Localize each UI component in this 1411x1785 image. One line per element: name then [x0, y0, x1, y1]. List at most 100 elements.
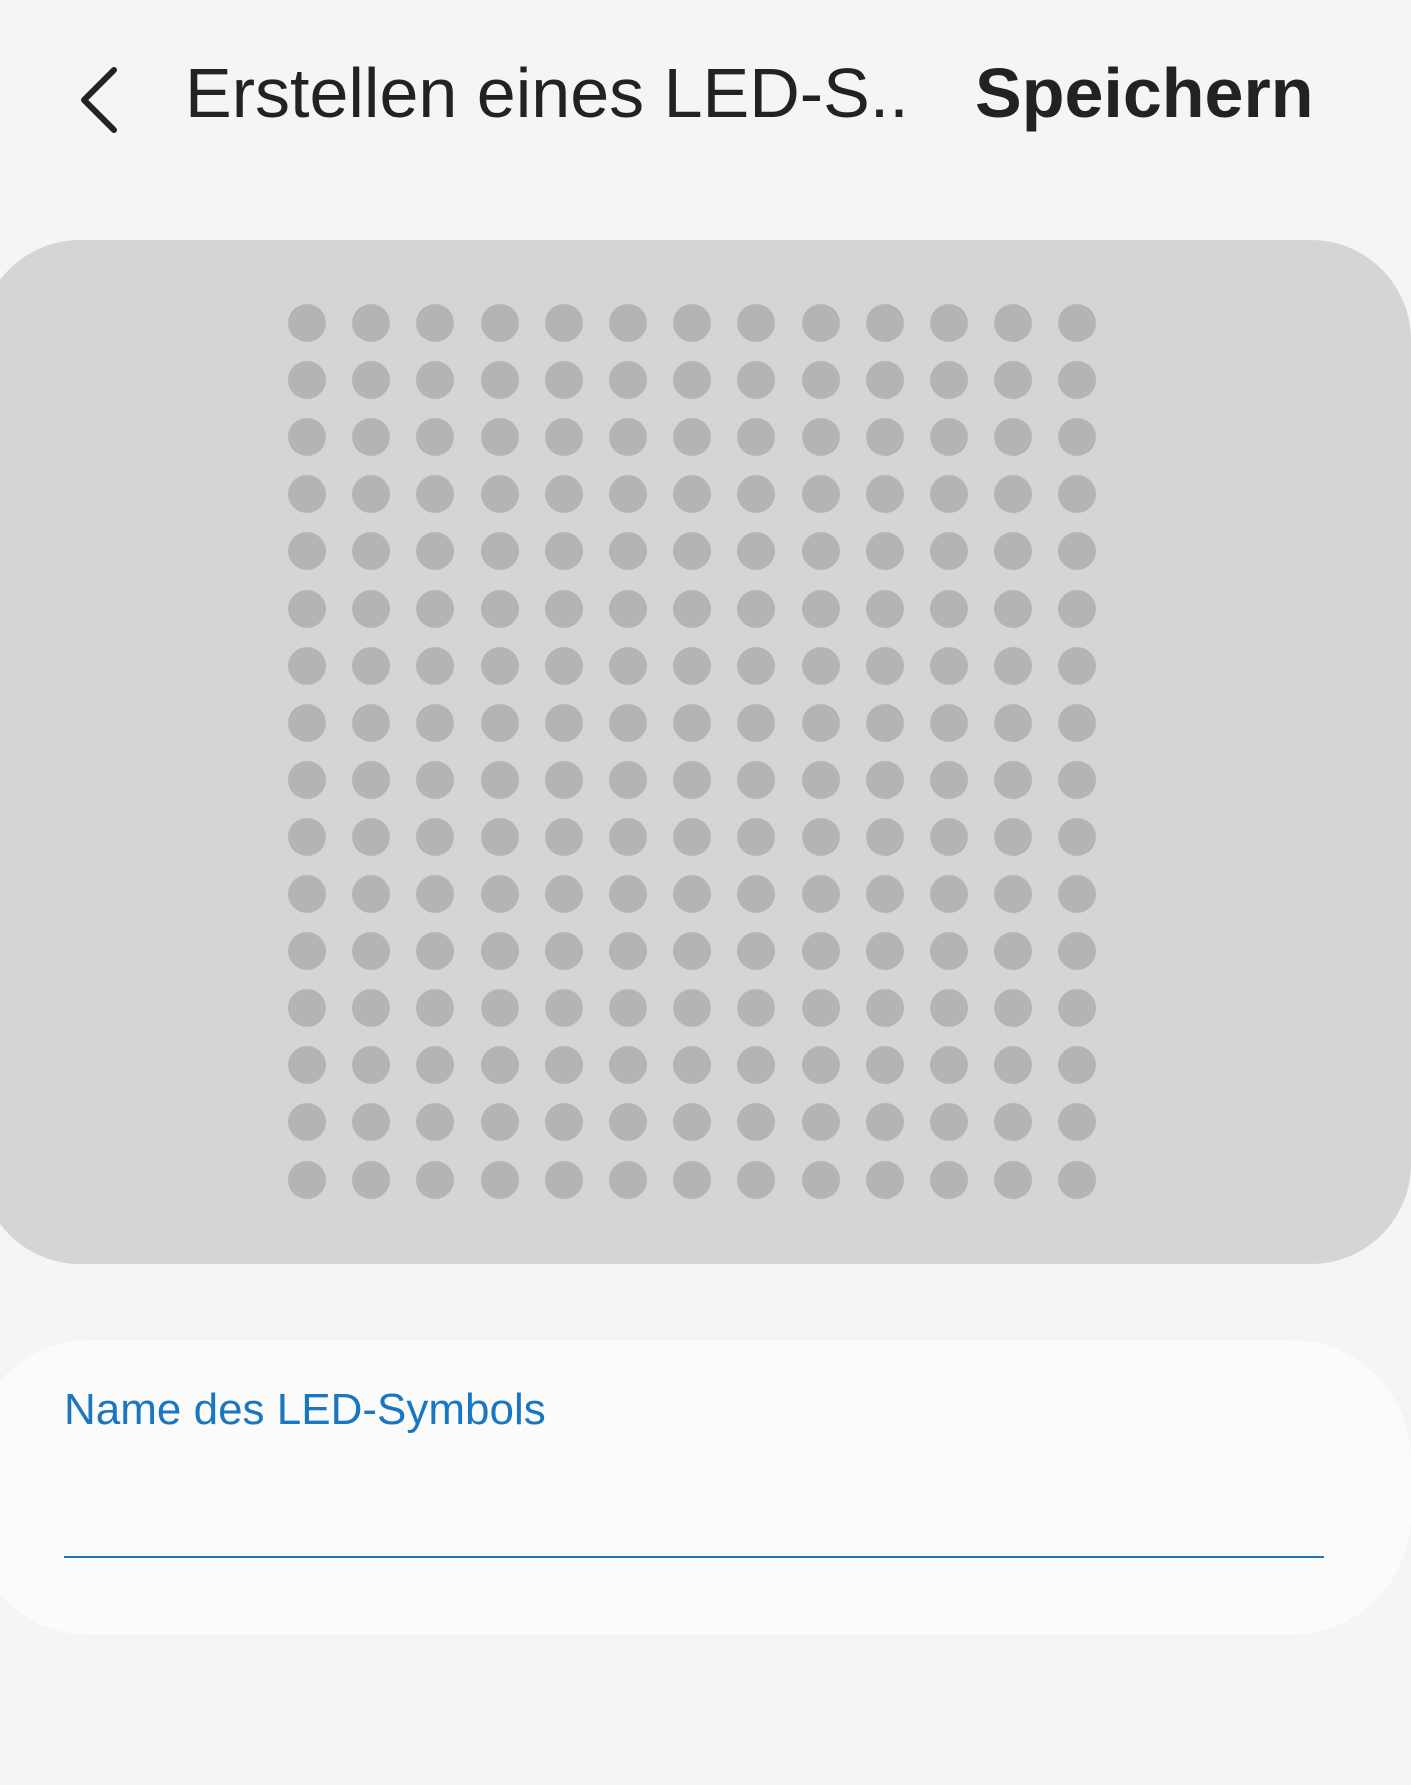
led-dot[interactable] [737, 760, 776, 799]
led-dot[interactable] [609, 932, 647, 971]
led-dot[interactable] [544, 703, 583, 742]
led-dot[interactable] [609, 361, 647, 400]
led-dot[interactable] [416, 932, 455, 971]
led-dot[interactable] [609, 475, 647, 514]
led-dot[interactable] [737, 532, 776, 571]
led-dot[interactable] [416, 989, 455, 1028]
led-dot[interactable] [544, 1046, 583, 1085]
led-dot[interactable] [930, 589, 968, 628]
led-dot[interactable] [416, 532, 455, 571]
led-dot[interactable] [1058, 475, 1097, 514]
led-dot[interactable] [994, 361, 1033, 400]
led-dot[interactable] [609, 989, 647, 1028]
led-dot[interactable] [737, 475, 776, 514]
led-dot[interactable] [865, 589, 904, 628]
led-dot[interactable] [480, 1160, 519, 1199]
led-dot[interactable] [930, 646, 968, 685]
led-dot[interactable] [1058, 1103, 1097, 1142]
led-dot[interactable] [865, 1046, 904, 1085]
led-dot[interactable] [609, 532, 647, 571]
led-dot[interactable] [930, 361, 968, 400]
led-dot[interactable] [865, 1160, 904, 1199]
led-dot[interactable] [737, 817, 776, 856]
led-dot[interactable] [673, 532, 712, 571]
led-dot[interactable] [609, 589, 647, 628]
led-dot[interactable] [352, 361, 391, 400]
led-dot[interactable] [673, 1046, 712, 1085]
save-button[interactable]: Speichern [975, 48, 1313, 138]
led-dot[interactable] [352, 989, 391, 1028]
led-dot[interactable] [544, 989, 583, 1028]
led-dot[interactable] [352, 760, 391, 799]
led-dot[interactable] [544, 532, 583, 571]
led-dot[interactable] [352, 646, 391, 685]
led-dot[interactable] [544, 304, 583, 342]
led-dot[interactable] [994, 817, 1033, 856]
led-dot[interactable] [352, 532, 391, 571]
led-dot[interactable] [480, 703, 519, 742]
led-dot[interactable] [609, 1046, 647, 1085]
led-dot[interactable] [865, 532, 904, 571]
led-dot[interactable] [994, 989, 1033, 1028]
led-dot[interactable] [801, 817, 840, 856]
led-dot[interactable] [865, 418, 904, 457]
led-dot[interactable] [288, 475, 326, 514]
led-dot[interactable] [609, 1160, 647, 1199]
led-dot[interactable] [416, 589, 455, 628]
led-dot[interactable] [865, 875, 904, 913]
led-dot[interactable] [352, 1103, 391, 1142]
led-dot[interactable] [1058, 532, 1097, 571]
led-dot[interactable] [416, 760, 455, 799]
led-dot[interactable] [416, 646, 455, 685]
led-dot[interactable] [288, 932, 326, 971]
led-dot[interactable] [1058, 760, 1097, 799]
led-dot[interactable] [288, 1160, 326, 1199]
led-dot[interactable] [737, 989, 776, 1028]
led-dot[interactable] [865, 817, 904, 856]
led-dot[interactable] [544, 875, 583, 913]
led-dot[interactable] [673, 589, 712, 628]
led-dot[interactable] [994, 646, 1033, 685]
led-dot[interactable] [994, 1046, 1033, 1085]
led-dot[interactable] [737, 361, 776, 400]
led-dot[interactable] [994, 1103, 1033, 1142]
led-dot[interactable] [801, 589, 840, 628]
led-dot[interactable] [865, 361, 904, 400]
led-dot[interactable] [673, 989, 712, 1028]
led-dot[interactable] [288, 817, 326, 856]
led-dot[interactable] [1058, 646, 1097, 685]
led-dot[interactable] [288, 875, 326, 913]
led-dot[interactable] [480, 989, 519, 1028]
led-dot[interactable] [352, 932, 391, 971]
led-dot[interactable] [930, 532, 968, 571]
led-symbol-name-input[interactable] [64, 1460, 1324, 1558]
led-dot[interactable] [480, 1103, 519, 1142]
led-dot[interactable] [865, 760, 904, 799]
led-dot[interactable] [801, 475, 840, 514]
led-dot[interactable] [673, 932, 712, 971]
led-dot[interactable] [801, 532, 840, 571]
led-dot[interactable] [930, 1160, 968, 1199]
led-dot[interactable] [801, 418, 840, 457]
led-dot[interactable] [609, 760, 647, 799]
led-dot[interactable] [288, 361, 326, 400]
led-dot[interactable] [480, 532, 519, 571]
led-dot[interactable] [288, 703, 326, 742]
led-dot[interactable] [737, 1160, 776, 1199]
led-dot[interactable] [609, 703, 647, 742]
led-dot[interactable] [930, 703, 968, 742]
led-dot[interactable] [288, 589, 326, 628]
led-dot[interactable] [673, 760, 712, 799]
led-dot[interactable] [673, 817, 712, 856]
led-dot[interactable] [416, 1103, 455, 1142]
led-dot[interactable] [288, 760, 326, 799]
led-dot[interactable] [994, 875, 1033, 913]
led-dot[interactable] [544, 1103, 583, 1142]
led-dot[interactable] [930, 989, 968, 1028]
led-dot[interactable] [994, 932, 1033, 971]
led-dot[interactable] [930, 475, 968, 514]
led-dot[interactable] [1058, 817, 1097, 856]
led-dot[interactable] [416, 418, 455, 457]
led-dot[interactable] [1058, 418, 1097, 457]
led-dot[interactable] [352, 304, 391, 342]
